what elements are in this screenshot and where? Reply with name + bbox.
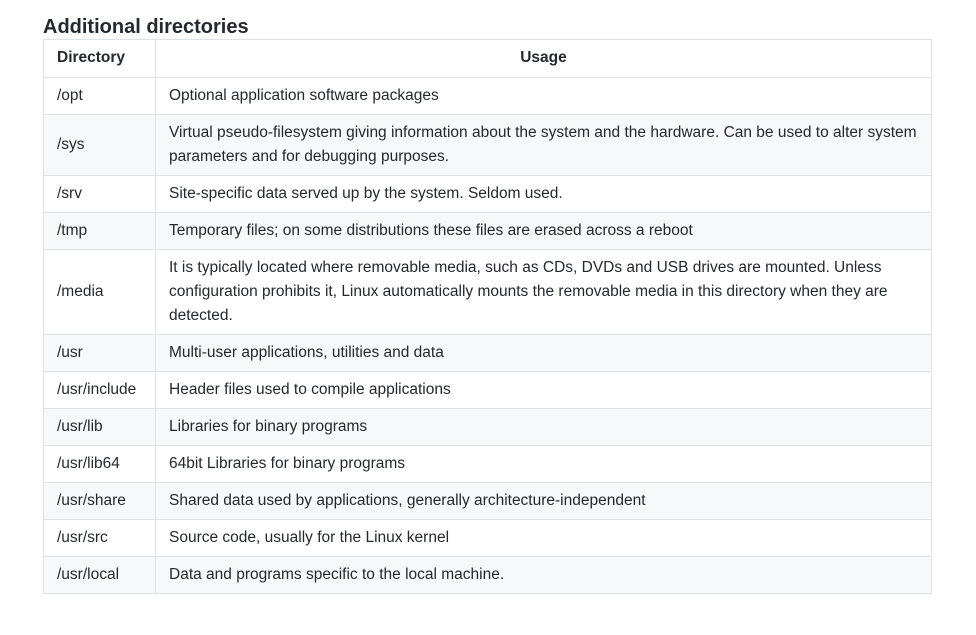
table-row: /usr/src Source code, usually for the Li… bbox=[43, 519, 932, 557]
table-row: /usr/include Header files used to compil… bbox=[43, 371, 932, 409]
cell-directory: /sys bbox=[43, 114, 156, 176]
cell-directory: /usr/include bbox=[43, 371, 156, 409]
cell-directory: /usr/lib bbox=[43, 408, 156, 446]
column-header-directory: Directory bbox=[43, 39, 156, 78]
table-header-row: Directory Usage bbox=[43, 39, 932, 78]
cell-usage: Temporary files; on some distributions t… bbox=[155, 212, 932, 250]
directories-table: Directory Usage /opt Optional applicatio… bbox=[43, 39, 932, 594]
cell-directory: /usr/share bbox=[43, 482, 156, 520]
table-row: /srv Site-specific data served up by the… bbox=[43, 175, 932, 213]
cell-directory: /media bbox=[43, 249, 156, 335]
table-row: /sys Virtual pseudo-filesystem giving in… bbox=[43, 114, 932, 176]
cell-usage: Optional application software packages bbox=[155, 77, 932, 115]
cell-directory: /tmp bbox=[43, 212, 156, 250]
cell-usage: Shared data used by applications, genera… bbox=[155, 482, 932, 520]
table-row: /usr/local Data and programs specific to… bbox=[43, 556, 932, 594]
cell-directory: /usr/local bbox=[43, 556, 156, 594]
column-header-usage: Usage bbox=[155, 39, 932, 78]
table-header: Directory Usage bbox=[43, 39, 932, 78]
cell-usage: It is typically located where removable … bbox=[155, 249, 932, 335]
table-row: /usr/lib64 64bit Libraries for binary pr… bbox=[43, 445, 932, 483]
cell-directory: /usr/src bbox=[43, 519, 156, 557]
table-row: /usr Multi-user applications, utilities … bbox=[43, 334, 932, 372]
section-heading: Additional directories bbox=[43, 16, 249, 38]
cell-usage: Header files used to compile application… bbox=[155, 371, 932, 409]
cell-usage: Source code, usually for the Linux kerne… bbox=[155, 519, 932, 557]
table-row: /usr/lib Libraries for binary programs bbox=[43, 408, 932, 446]
cell-directory: /srv bbox=[43, 175, 156, 213]
table-row: /usr/share Shared data used by applicati… bbox=[43, 482, 932, 520]
cell-usage: Site-specific data served up by the syst… bbox=[155, 175, 932, 213]
cell-usage: Data and programs specific to the local … bbox=[155, 556, 932, 594]
document-body: Additional directories Directory Usage /… bbox=[43, 0, 932, 594]
cell-directory: /usr bbox=[43, 334, 156, 372]
cell-usage: 64bit Libraries for binary programs bbox=[155, 445, 932, 483]
cell-directory: /opt bbox=[43, 77, 156, 115]
cell-usage: Multi-user applications, utilities and d… bbox=[155, 334, 932, 372]
cell-usage: Virtual pseudo-filesystem giving informa… bbox=[155, 114, 932, 176]
table-row: /media It is typically located where rem… bbox=[43, 249, 932, 335]
cell-usage: Libraries for binary programs bbox=[155, 408, 932, 446]
table-row: /tmp Temporary files; on some distributi… bbox=[43, 212, 932, 250]
table-row: /opt Optional application software packa… bbox=[43, 77, 932, 115]
table-body: /opt Optional application software packa… bbox=[43, 77, 932, 594]
cell-directory: /usr/lib64 bbox=[43, 445, 156, 483]
